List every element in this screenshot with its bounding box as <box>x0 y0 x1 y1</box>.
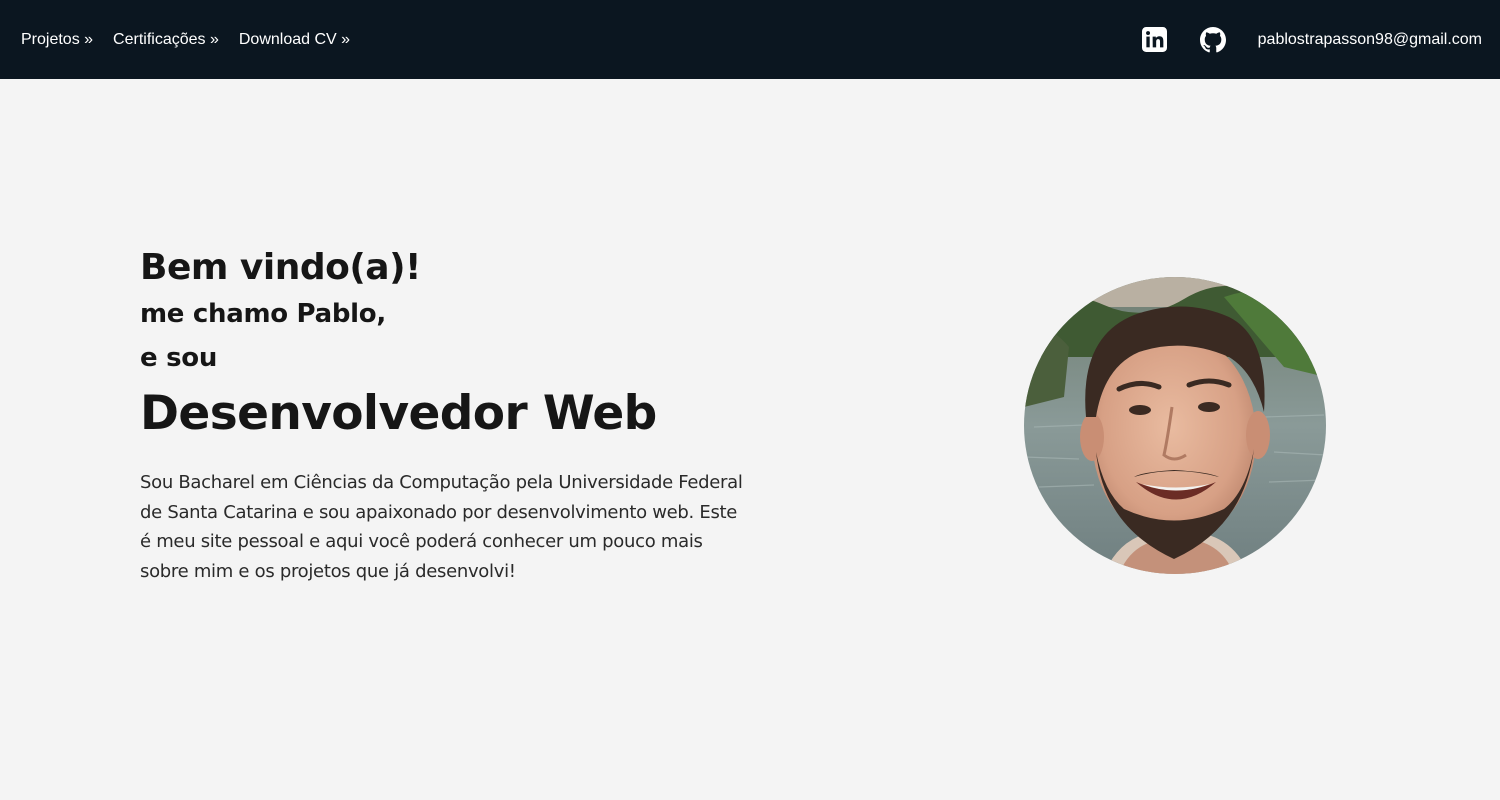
intro-sou-line: e sou <box>140 343 218 373</box>
intro-name-line: me chamo Pablo, <box>140 299 386 329</box>
top-navbar: Projetos » Certificações » Download CV »… <box>0 0 1500 79</box>
github-icon[interactable] <box>1199 26 1226 53</box>
nav-contact: pablostrapasson98@gmail.com <box>1142 26 1482 53</box>
nav-link-certificacoes[interactable]: Certificações » <box>113 31 219 49</box>
role-title: Desenvolvedor Web <box>140 386 657 441</box>
hero-text: Bem vindo(a)! me chamo Pablo, e sou Dese… <box>140 244 760 586</box>
nav-links: Projetos » Certificações » Download CV » <box>21 31 350 49</box>
linkedin-icon[interactable] <box>1142 27 1168 53</box>
email-link[interactable]: pablostrapasson98@gmail.com <box>1258 31 1482 49</box>
nav-link-projetos[interactable]: Projetos » <box>21 31 93 49</box>
nav-link-download-cv[interactable]: Download CV » <box>239 31 350 49</box>
greeting-heading: Bem vindo(a)! <box>140 247 421 288</box>
profile-photo <box>1024 277 1326 574</box>
bio-paragraph: Sou Bacharel em Ciências da Computação p… <box>140 472 743 582</box>
